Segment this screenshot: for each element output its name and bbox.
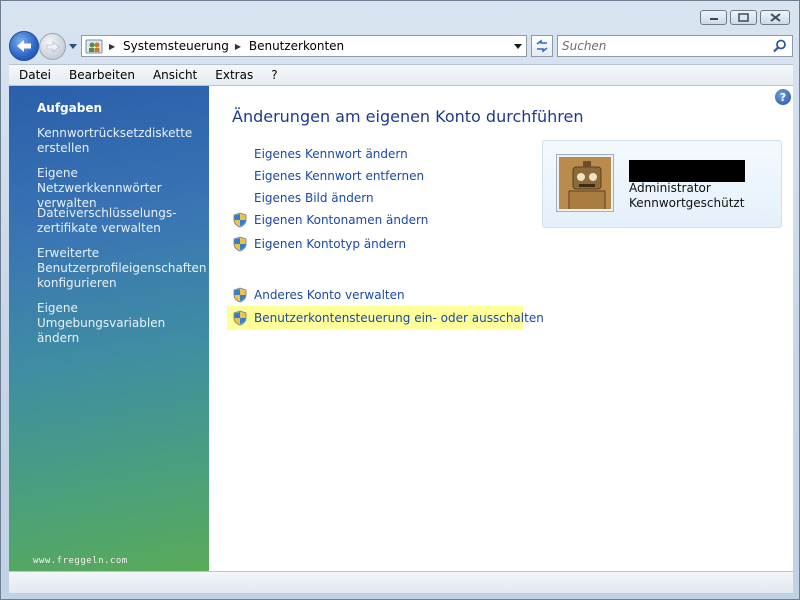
search-box[interactable]	[557, 35, 793, 57]
help-button[interactable]: ?	[775, 89, 791, 105]
watermark: www.freggeln.com	[33, 556, 128, 566]
menu-ansicht[interactable]: Ansicht	[143, 68, 205, 82]
password-status: Kennwortgeschützt	[629, 196, 745, 210]
task-manage-network-passwords[interactable]: Eigene Netzwerkkennwörter verwalten	[37, 166, 202, 211]
forward-button[interactable]	[39, 33, 66, 60]
task-manage-encryption-certificates[interactable]: Dateiverschlüsselungs-zertifikate verwal…	[37, 206, 202, 236]
navigation-bar: ▶ Systemsteuerung ▶ Benutzerkonten	[9, 31, 793, 61]
account-type: Administrator	[629, 181, 711, 195]
address-bar[interactable]: ▶ Systemsteuerung ▶ Benutzerkonten	[81, 35, 527, 57]
menu-bearbeiten[interactable]: Bearbeiten	[59, 68, 143, 82]
main-pane: ? Änderungen am eigenen Konto durchführe…	[209, 86, 793, 572]
breadcrumb-arrow-icon[interactable]: ▶	[109, 42, 119, 51]
refresh-button[interactable]	[531, 35, 553, 57]
redacted-username	[629, 160, 745, 182]
link-change-account-name[interactable]: Eigenen Kontonamen ändern	[254, 213, 428, 227]
uac-shield-icon	[233, 310, 247, 326]
content-area: Aufgaben Kennwortrücksetzdiskette erstel…	[9, 85, 793, 572]
link-change-account-type[interactable]: Eigenen Kontotyp ändern	[254, 237, 406, 251]
uac-shield-icon	[233, 212, 247, 228]
menu-help[interactable]: ?	[261, 68, 285, 82]
control-panel-users-icon	[85, 39, 103, 54]
breadcrumb-systemsteuerung[interactable]: Systemsteuerung	[123, 39, 229, 53]
menu-bar: Datei Bearbeiten Ansicht Extras ?	[9, 64, 793, 85]
robot-avatar-icon	[559, 157, 611, 209]
menu-extras[interactable]: Extras	[205, 68, 261, 82]
link-change-picture[interactable]: Eigenes Bild ändern	[254, 191, 374, 205]
task-environment-variables[interactable]: Eigene Umgebungsvariablen ändern	[37, 301, 202, 346]
tasks-title: Aufgaben	[37, 101, 103, 115]
arrow-right-icon	[46, 40, 59, 53]
account-card: Administrator Kennwortgeschützt	[542, 140, 782, 228]
close-button[interactable]	[760, 10, 790, 25]
chevron-down-icon[interactable]	[514, 42, 523, 50]
link-toggle-uac[interactable]: Benutzerkontensteuerung ein- oder aussch…	[254, 311, 544, 325]
link-manage-other-account[interactable]: Anderes Konto verwalten	[254, 288, 405, 302]
maximize-button[interactable]	[730, 10, 757, 25]
maximize-icon	[738, 13, 749, 22]
refresh-icon	[536, 39, 548, 53]
caption-buttons	[700, 10, 790, 25]
search-input[interactable]	[562, 39, 762, 53]
breadcrumb-benutzerkonten[interactable]: Benutzerkonten	[249, 39, 344, 53]
arrow-left-icon	[17, 40, 31, 52]
search-icon[interactable]	[773, 39, 787, 53]
back-button[interactable]	[9, 31, 39, 61]
menu-datei[interactable]: Datei	[9, 68, 59, 82]
link-remove-password[interactable]: Eigenes Kennwort entfernen	[254, 169, 424, 183]
uac-shield-icon	[233, 287, 247, 303]
breadcrumb-arrow-icon[interactable]: ▶	[235, 42, 245, 51]
minimize-button[interactable]	[700, 10, 727, 25]
close-icon	[769, 13, 781, 22]
link-change-password[interactable]: Eigenes Kennwort ändern	[254, 147, 408, 161]
window: ▶ Systemsteuerung ▶ Benutzerkonten Datei…	[0, 0, 800, 600]
uac-shield-icon	[233, 236, 247, 252]
task-advanced-profile-properties[interactable]: Erweiterte Benutzerprofileigenschaften k…	[37, 246, 207, 291]
minimize-icon	[709, 17, 718, 20]
page-title: Änderungen am eigenen Konto durchführen	[232, 107, 584, 126]
avatar[interactable]	[557, 155, 613, 211]
history-dropdown-icon[interactable]	[68, 41, 78, 51]
task-create-reset-disk[interactable]: Kennwortrücksetzdiskette erstellen	[37, 126, 202, 156]
tasks-pane: Aufgaben Kennwortrücksetzdiskette erstel…	[9, 86, 209, 572]
status-bar	[9, 571, 793, 593]
